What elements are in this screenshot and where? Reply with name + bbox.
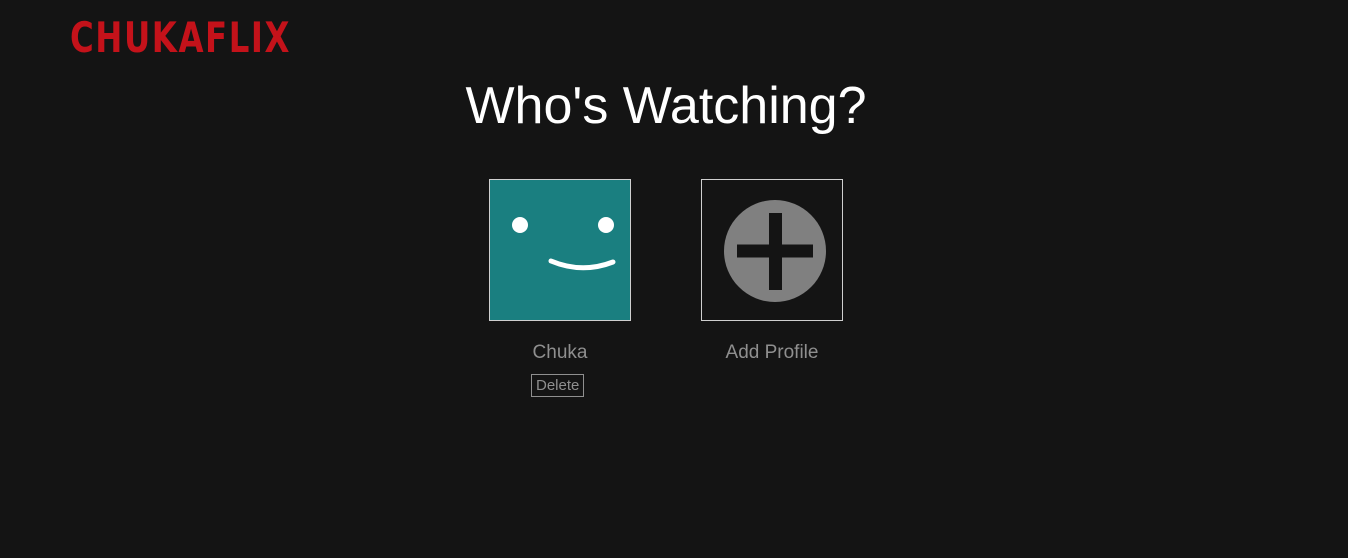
profile-selection-page: CHUKAFLIX Who's Watching? Chuka Delete A…: [0, 0, 1348, 558]
smiley-face-icon: [490, 180, 630, 320]
add-profile-card[interactable]: Add Profile: [701, 179, 843, 363]
plus-circle-icon: [702, 180, 842, 320]
chukaflix-logo[interactable]: CHUKAFLIX: [70, 12, 291, 58]
profile-avatar[interactable]: [489, 179, 631, 321]
logo-text: CHUKAFLIX: [70, 13, 291, 58]
delete-profile-button[interactable]: Delete: [531, 374, 585, 397]
profile-name[interactable]: Chuka: [460, 342, 660, 364]
add-profile-tile[interactable]: [701, 179, 843, 321]
profile-card-chuka[interactable]: Chuka Delete: [489, 179, 631, 397]
page-title: Who's Watching?: [465, 77, 867, 135]
add-profile-label[interactable]: Add Profile: [672, 342, 872, 364]
